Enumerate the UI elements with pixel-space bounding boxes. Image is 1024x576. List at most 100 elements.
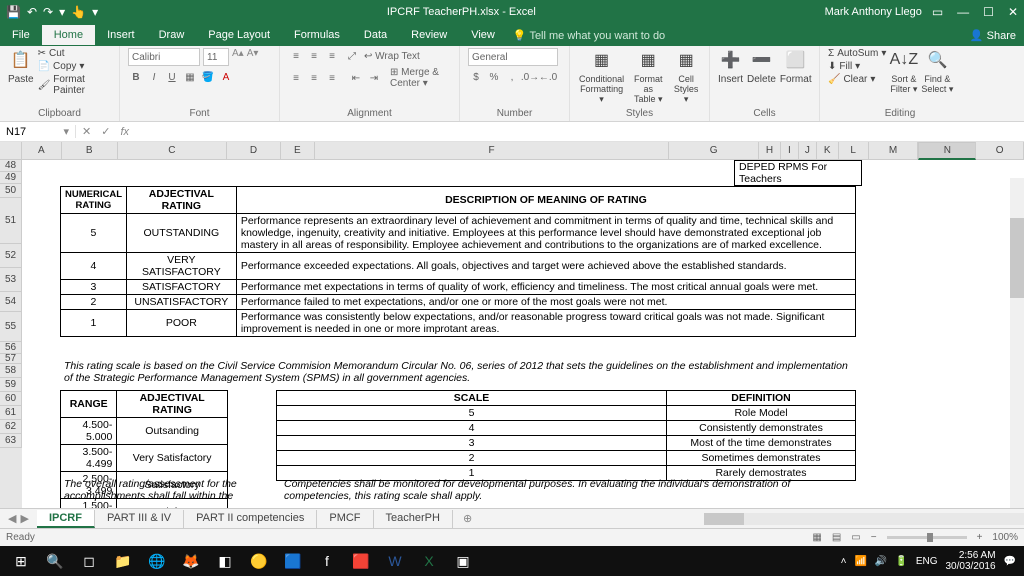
merge-center-button[interactable]: ⊞ Merge & Center ▾: [390, 67, 451, 89]
user-name[interactable]: Mark Anthony Llego: [825, 6, 922, 18]
chrome-icon[interactable]: 🟡: [242, 546, 276, 576]
paste-button[interactable]: 📋Paste: [8, 48, 34, 85]
bold-button[interactable]: B: [128, 69, 144, 85]
col-header-E[interactable]: E: [281, 142, 315, 160]
horizontal-scrollbar[interactable]: [704, 513, 1024, 525]
row-header-50[interactable]: 50: [0, 184, 22, 198]
underline-button[interactable]: U: [164, 69, 180, 85]
col-header-I[interactable]: I: [781, 142, 799, 160]
italic-button[interactable]: I: [146, 69, 162, 85]
tray-volume-icon[interactable]: 🔊: [875, 556, 887, 567]
sheet-tab-ipcrf[interactable]: IPCRF: [37, 510, 95, 528]
excel-icon[interactable]: X: [412, 546, 446, 576]
row-headers[interactable]: 48495051525354555657585960616263: [0, 160, 22, 520]
increase-decimal-icon[interactable]: .0→: [522, 69, 538, 85]
fill-color-button[interactable]: 🪣: [200, 69, 216, 85]
border-button[interactable]: ▦: [182, 69, 198, 85]
zoom-in-icon[interactable]: +: [977, 532, 983, 543]
row-header-63[interactable]: 63: [0, 434, 22, 448]
zoom-level[interactable]: 100%: [992, 532, 1018, 543]
start-button[interactable]: ⊞: [4, 546, 38, 576]
tab-data[interactable]: Data: [352, 25, 399, 45]
row-header-57[interactable]: 57: [0, 354, 22, 364]
firefox-icon[interactable]: 🦊: [174, 546, 208, 576]
col-header-L[interactable]: L: [839, 142, 869, 160]
sheet-tab-part-iii-&-iv[interactable]: PART III & IV: [95, 510, 184, 528]
ribbon-options-icon[interactable]: ▭: [932, 5, 943, 19]
column-headers[interactable]: ABCDEFGHIJKLMNO: [0, 142, 1024, 160]
delete-cells-button[interactable]: ➖Delete: [747, 48, 776, 85]
app3-icon[interactable]: 🟥: [344, 546, 378, 576]
view-pagelayout-icon[interactable]: ▤: [832, 532, 841, 543]
minimize-icon[interactable]: —: [957, 5, 969, 19]
fx-icon[interactable]: fx: [120, 126, 129, 138]
tab-review[interactable]: Review: [399, 25, 459, 45]
row-header-59[interactable]: 59: [0, 378, 22, 392]
col-header-K[interactable]: K: [817, 142, 839, 160]
notifications-icon[interactable]: 💬: [1004, 556, 1016, 567]
undo-icon[interactable]: ↶: [27, 5, 37, 19]
col-header-D[interactable]: D: [227, 142, 281, 160]
row-header-58[interactable]: 58: [0, 364, 22, 378]
sheet-tab-part-ii-competencies[interactable]: PART II competencies: [184, 510, 317, 528]
tray-network-icon[interactable]: 📶: [854, 556, 866, 567]
search-icon[interactable]: 🔍: [38, 546, 72, 576]
row-header-62[interactable]: 62: [0, 420, 22, 434]
vertical-scrollbar[interactable]: [1010, 178, 1024, 520]
formula-bar[interactable]: [139, 126, 1018, 138]
currency-icon[interactable]: $: [468, 69, 484, 85]
name-box[interactable]: N17▾: [0, 125, 76, 138]
decrease-font-icon[interactable]: A▾: [247, 48, 259, 66]
align-left-icon[interactable]: ≡: [288, 70, 304, 86]
edge-icon[interactable]: 🌐: [140, 546, 174, 576]
row-header-55[interactable]: 55: [0, 312, 22, 342]
col-header-J[interactable]: J: [799, 142, 817, 160]
col-header-G[interactable]: G: [669, 142, 759, 160]
tray-lang[interactable]: ENG: [916, 556, 938, 567]
file-explorer-icon[interactable]: 📁: [106, 546, 140, 576]
align-bottom-icon[interactable]: ≡: [324, 48, 340, 64]
sheet-tab-pmcf[interactable]: PMCF: [317, 510, 373, 528]
tab-insert[interactable]: Insert: [95, 25, 147, 45]
comma-icon[interactable]: ,: [504, 69, 520, 85]
enter-formula-icon[interactable]: ✓: [101, 125, 110, 138]
row-header-53[interactable]: 53: [0, 268, 22, 292]
row-header-52[interactable]: 52: [0, 244, 22, 268]
row-header-51[interactable]: 51: [0, 198, 22, 244]
col-header-H[interactable]: H: [759, 142, 781, 160]
cancel-formula-icon[interactable]: ✕: [82, 125, 91, 138]
font-size-select[interactable]: 11: [203, 48, 229, 66]
col-header-B[interactable]: B: [62, 142, 118, 160]
row-header-48[interactable]: 48: [0, 160, 22, 172]
align-center-icon[interactable]: ≡: [306, 70, 322, 86]
app4-icon[interactable]: ▣: [446, 546, 480, 576]
save-icon[interactable]: 💾: [6, 5, 21, 19]
decrease-decimal-icon[interactable]: ←.0: [540, 69, 556, 85]
row-header-60[interactable]: 60: [0, 392, 22, 406]
share-button[interactable]: 👤 Share: [970, 29, 1016, 42]
col-header-C[interactable]: C: [118, 142, 228, 160]
tab-file[interactable]: File: [0, 25, 42, 45]
tray-up-icon[interactable]: ˄: [841, 556, 847, 567]
tab-view[interactable]: View: [459, 25, 507, 45]
row-header-49[interactable]: 49: [0, 172, 22, 184]
format-painter-button[interactable]: 🖌 Format Painter: [38, 74, 111, 96]
task-view-icon[interactable]: ◻: [72, 546, 106, 576]
autosum-button[interactable]: Σ AutoSum ▾: [828, 48, 886, 59]
format-as-table-button[interactable]: ▦Format asTable ▾: [629, 48, 667, 105]
tray-clock[interactable]: 2:56 AM30/03/2016: [945, 550, 995, 572]
align-top-icon[interactable]: ≡: [288, 48, 304, 64]
app2-icon[interactable]: 🟦: [276, 546, 310, 576]
redo-icon[interactable]: ↷: [43, 5, 53, 19]
percent-icon[interactable]: %: [486, 69, 502, 85]
number-format-select[interactable]: General: [468, 48, 558, 66]
select-all-corner[interactable]: [0, 142, 22, 160]
tab-pagelayout[interactable]: Page Layout: [196, 25, 282, 45]
touch-mode-icon[interactable]: 👆: [71, 5, 86, 19]
orientation-icon[interactable]: ⤢: [348, 51, 356, 62]
clear-button[interactable]: 🧹 Clear ▾: [828, 74, 886, 85]
col-header-A[interactable]: A: [22, 142, 62, 160]
font-color-button[interactable]: A: [218, 69, 234, 85]
row-header-54[interactable]: 54: [0, 292, 22, 312]
wrap-text-button[interactable]: ↩ Wrap Text: [364, 51, 420, 62]
